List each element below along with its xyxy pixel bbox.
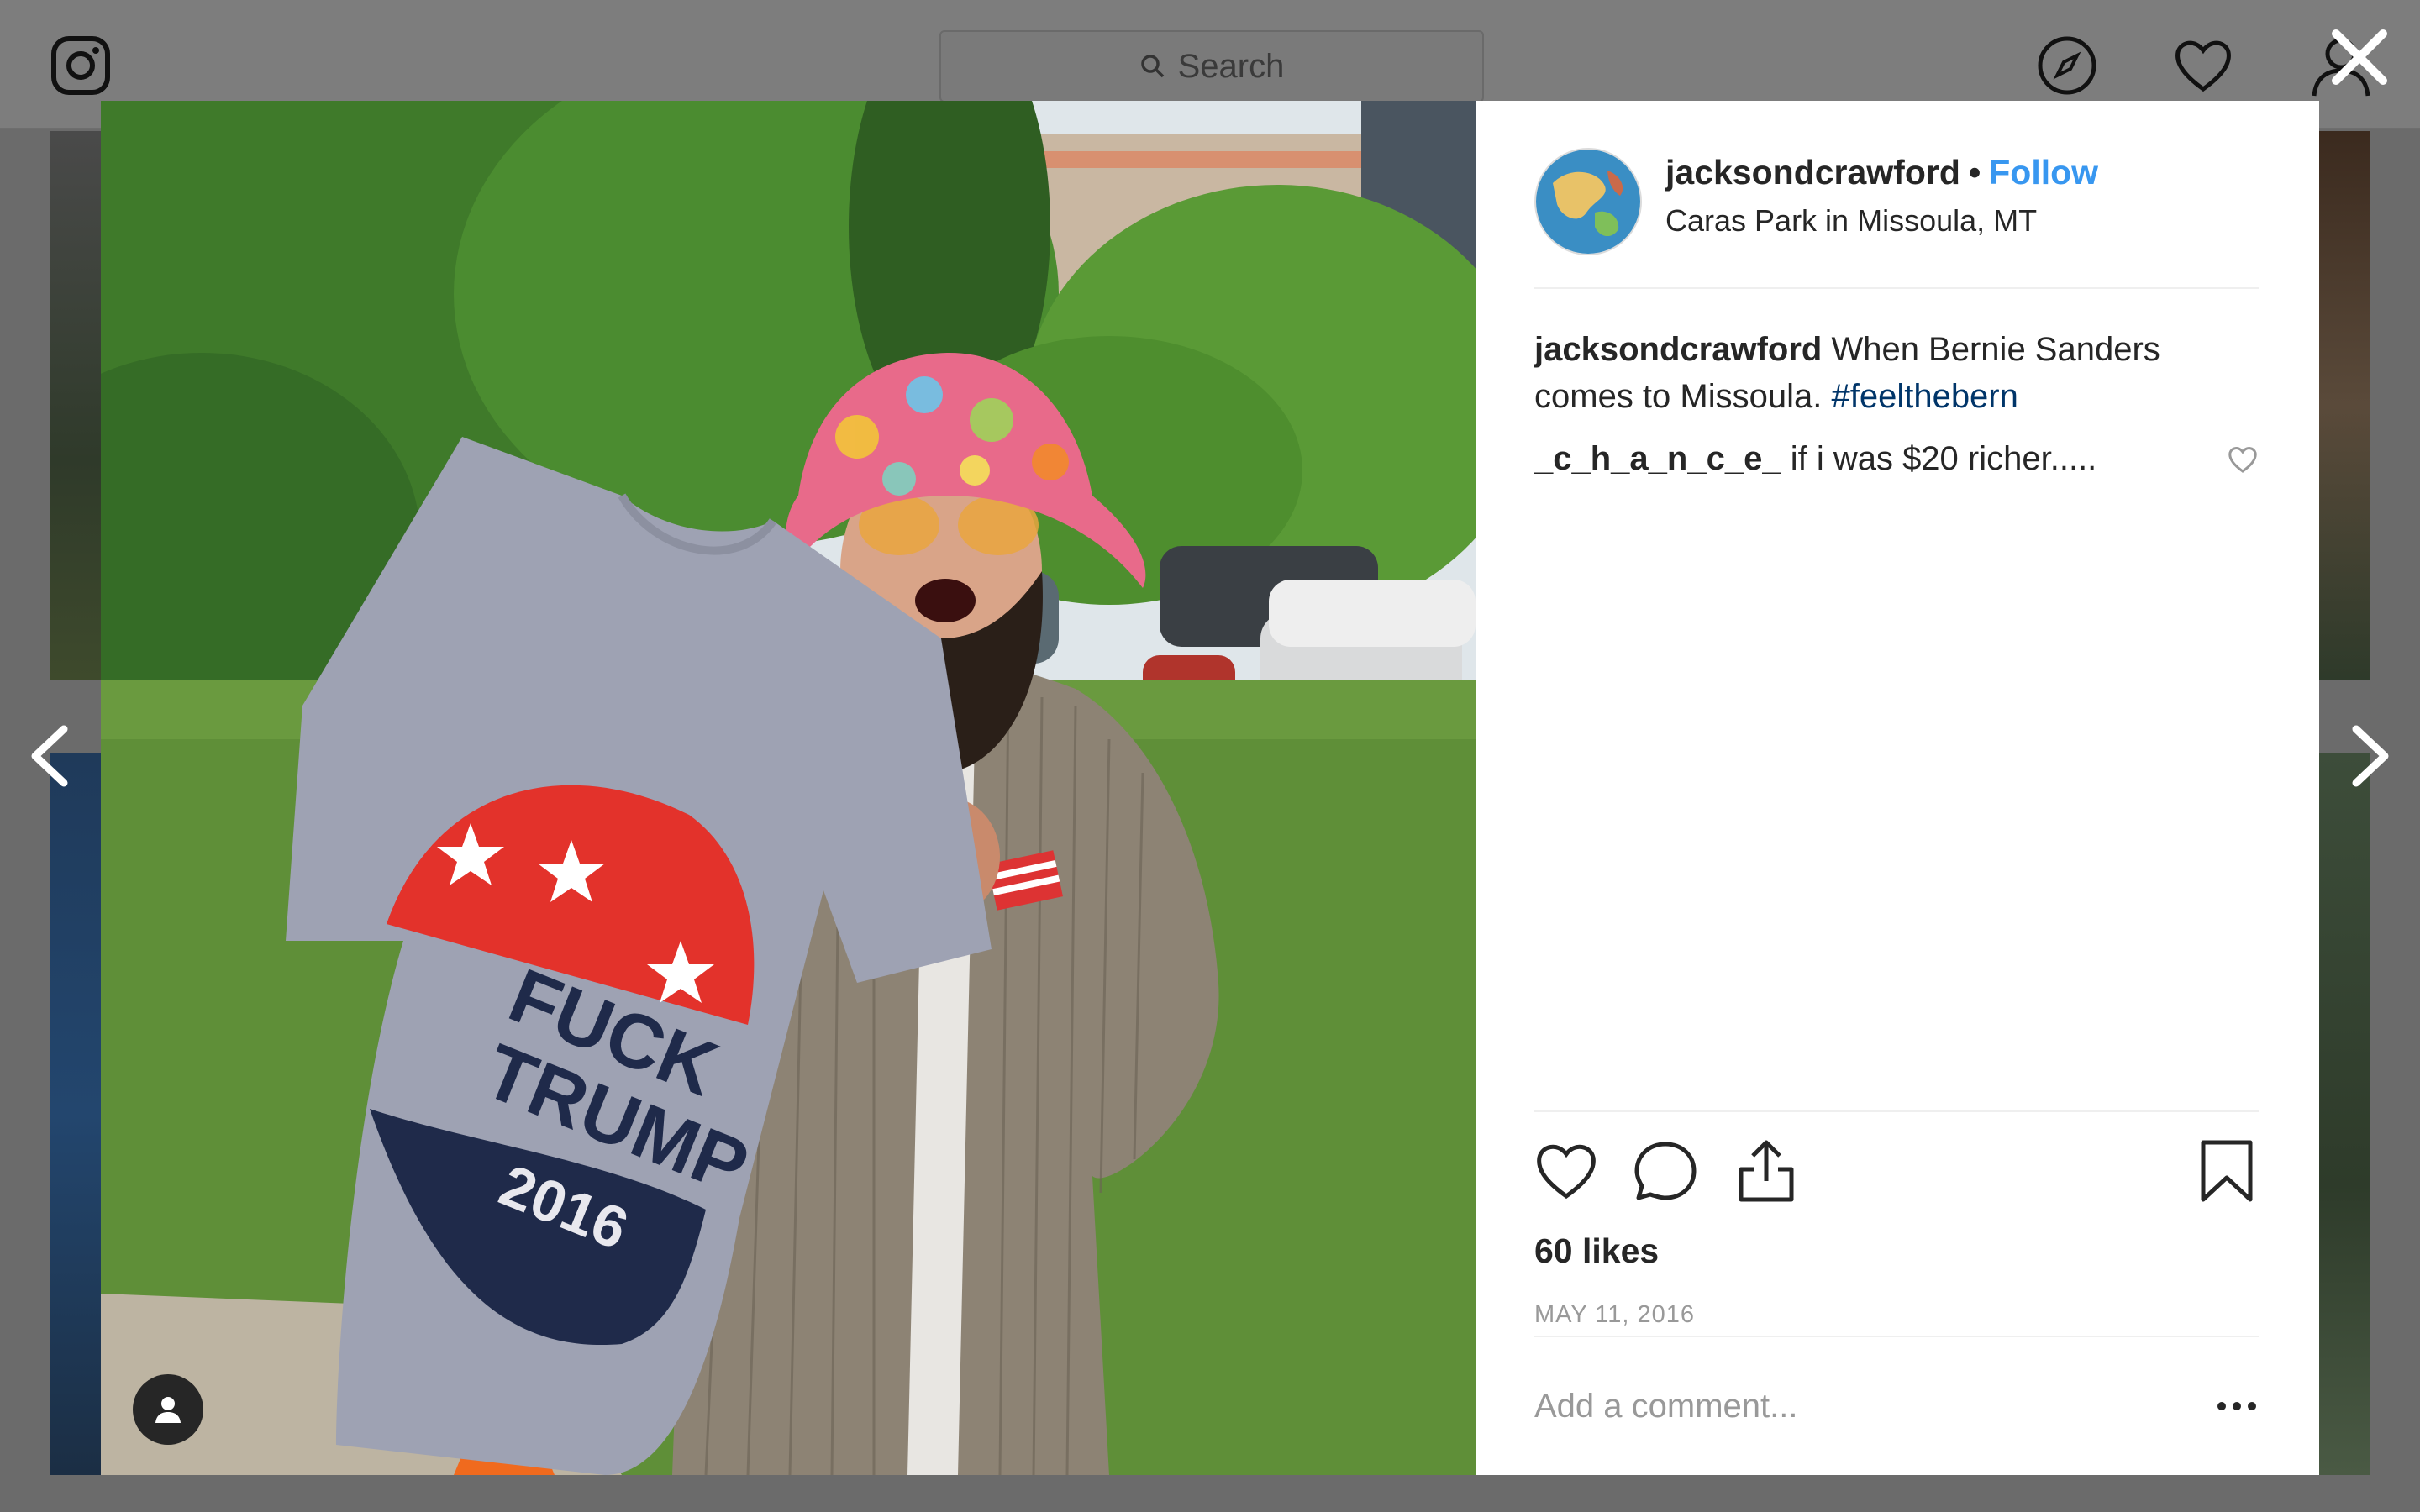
- share-icon[interactable]: [1734, 1139, 1798, 1203]
- comment-input[interactable]: [1534, 1381, 2173, 1431]
- post-photo-image: FUCK TRUMP 2016: [101, 101, 1476, 1475]
- background-feed-tile: [50, 131, 101, 680]
- caption-author[interactable]: jacksondcrawford: [1534, 331, 1822, 368]
- background-feed-tile: [2319, 753, 2370, 1475]
- post-details-panel: jacksondcrawford • Follow Caras Park in Mi…: [1476, 101, 2319, 1475]
- comment-bubble-icon[interactable]: [1634, 1139, 1697, 1203]
- person-tag-icon: [155, 1397, 181, 1423]
- like-heart-icon[interactable]: [1534, 1139, 1598, 1203]
- caption-hashtag[interactable]: #feelthebern: [1831, 378, 2018, 415]
- post-username[interactable]: jacksondcrawford: [1665, 153, 1960, 192]
- post-location[interactable]: Caras Park in Missoula, MT: [1665, 203, 2037, 239]
- search-placeholder: Search: [1177, 47, 1285, 85]
- comment-like-heart-icon[interactable]: [2227, 445, 2259, 474]
- avatar-globe-icon: [1536, 150, 1640, 254]
- avatar[interactable]: [1534, 148, 1642, 255]
- search-input[interactable]: Search: [939, 30, 1484, 102]
- post-photo[interactable]: FUCK TRUMP 2016: [101, 101, 1476, 1475]
- comments-list: jacksondcrawford When Bernie Sanders com…: [1534, 326, 2259, 482]
- post-header: jacksondcrawford • Follow Caras Park in Mi…: [1534, 144, 2259, 289]
- post-date[interactable]: MAY 11, 2016: [1534, 1301, 2259, 1329]
- username-row: jacksondcrawford • Follow: [1665, 153, 2098, 192]
- background-feed-tile: [2319, 131, 2370, 680]
- follow-button[interactable]: Follow: [1989, 153, 2098, 192]
- instagram-logo-icon[interactable]: [50, 35, 111, 96]
- bookmark-icon[interactable]: [2195, 1139, 2259, 1203]
- add-comment-section: [1534, 1336, 2259, 1477]
- search-icon: [1140, 55, 1164, 78]
- background-feed-tile: [50, 753, 101, 1475]
- post-modal: FUCK TRUMP 2016 jacksondcrawford • Follo…: [101, 101, 2319, 1475]
- comment-author[interactable]: _c_h_a_n_c_e_: [1534, 440, 1781, 477]
- next-post-arrow-icon[interactable]: [2348, 722, 2395, 790]
- comment-text: if i was $20 richer.....: [1790, 440, 2097, 477]
- explore-compass-icon[interactable]: [2035, 34, 2099, 97]
- tagged-people-button[interactable]: [133, 1374, 203, 1445]
- post-actions-section: 60 likes MAY 11, 2016: [1534, 1110, 2259, 1329]
- separator-dot: •: [1968, 153, 1981, 192]
- previous-post-arrow-icon[interactable]: [25, 722, 72, 790]
- comment-item: _c_h_a_n_c_e_ if i was $20 richer.....: [1534, 435, 2259, 482]
- close-icon[interactable]: [2328, 25, 2391, 89]
- more-options-icon[interactable]: [2215, 1389, 2259, 1423]
- post-caption: jacksondcrawford When Bernie Sanders com…: [1534, 326, 2259, 420]
- action-bar: [1534, 1112, 2259, 1238]
- activity-heart-icon[interactable]: [2171, 34, 2235, 97]
